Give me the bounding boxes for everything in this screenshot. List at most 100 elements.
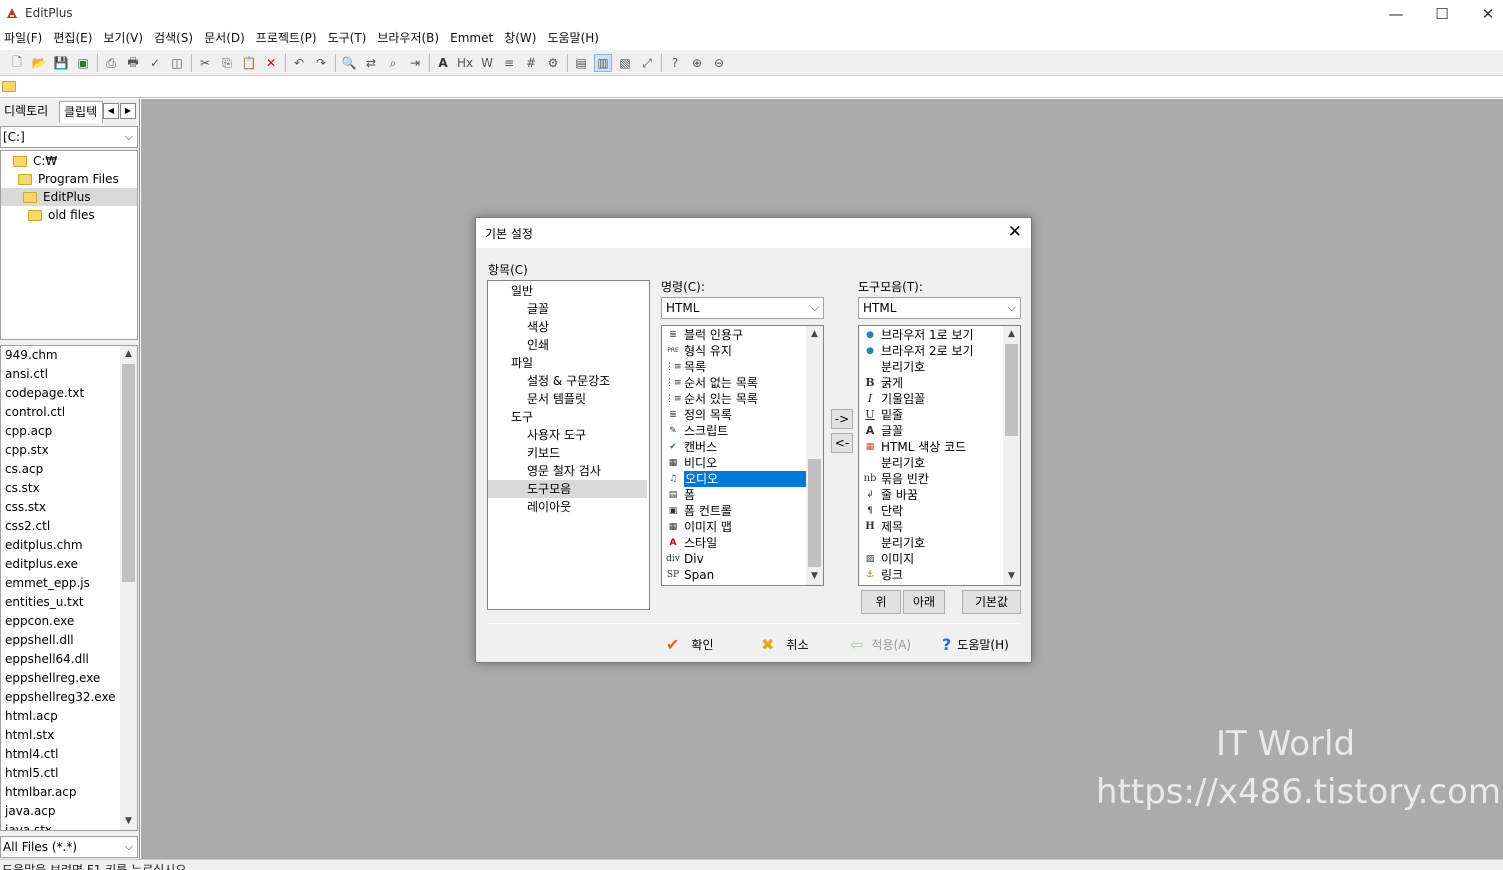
remove-command-button[interactable]: <- [831,433,853,453]
list-item[interactable]: cpp.acp [1,422,137,441]
toolbar-group-select[interactable]: HTML ⌵ [858,297,1021,319]
fullscreen-icon[interactable]: ⤢ [638,54,656,72]
list-item[interactable]: editplus.exe [1,555,137,574]
tab-cliptext[interactable]: 클립텍 [59,101,103,123]
list-item[interactable]: ansi.ctl [1,365,137,384]
list-item[interactable]: css2.ctl [1,517,137,536]
list-item[interactable]: ⋮≡ 순서 있는 목록 [663,391,807,407]
list-item[interactable]: ▤ 폼 [663,487,807,503]
category-item-layout[interactable]: 레이아웃 [488,498,647,516]
list-item[interactable]: htmlbar.acp [1,783,137,802]
list-item[interactable]: ▨ 이미지 [860,551,1004,567]
commands-list-scrollbar[interactable]: ▲ ▼ [806,326,823,585]
file-list-scrollbar[interactable]: ▲ ▼ [120,346,137,830]
tree-item[interactable]: C:₩ [13,152,57,170]
list-item[interactable]: control.ctl [1,403,137,422]
list-item[interactable]: ≣ 블럭 인용구 [663,327,807,343]
list-item[interactable]: A 스타일 [663,535,807,551]
paste-icon[interactable]: 📋 [240,54,258,72]
list-item[interactable]: ¶ 단락 [860,503,1004,519]
list-item[interactable]: 분리기호 [860,359,1004,375]
list-item[interactable]: 949.chm [1,346,137,365]
menu-emmet[interactable]: Emmet [446,28,500,48]
category-item-colors[interactable]: 색상 [488,318,647,336]
list-item[interactable]: ▦ 이미지 맵 [663,519,807,535]
word-wrap-icon[interactable]: W [478,54,496,72]
tree-item[interactable]: Program Files [18,170,119,188]
list-item[interactable]: SP Span [663,567,807,583]
menu-tools[interactable]: 도구(T) [324,28,374,48]
category-item-tools[interactable]: 도구 [488,408,647,426]
tree-item-selected[interactable]: EditPlus [1,188,137,206]
menu-window[interactable]: 창(W) [500,28,543,48]
menu-document[interactable]: 문서(D) [200,28,252,48]
find-in-files-icon[interactable]: ⌕ [384,54,402,72]
cut-icon[interactable]: ✂ [196,54,214,72]
minimize-button[interactable]: — [1373,0,1419,28]
list-item[interactable]: ⋮≡ 순서 없는 목록 [663,375,807,391]
list-item[interactable]: nb 묶음 빈칸 [860,471,1004,487]
menu-file[interactable]: 파일(F) [0,28,49,48]
commands-group-select[interactable]: HTML ⌵ [661,297,824,319]
maximize-button[interactable]: ☐ [1419,0,1465,28]
menu-help[interactable]: 도움말(H) [543,28,606,48]
list-item[interactable]: ⚓ 링크 [860,567,1004,583]
category-item-templates[interactable]: 문서 템플릿 [488,390,647,408]
scroll-thumb[interactable] [1005,344,1018,436]
tab-directory[interactable]: 디렉토리 [0,101,57,123]
settings-gear-icon[interactable]: ⚙ [544,54,562,72]
toolbar-list-scrollbar[interactable]: ▲ ▼ [1003,326,1020,585]
list-item[interactable]: cpp.stx [1,441,137,460]
move-up-button[interactable]: 위 [861,590,901,614]
scroll-up-icon[interactable]: ▲ [1003,326,1020,343]
menu-search[interactable]: 검색(S) [150,28,200,48]
scroll-down-icon[interactable]: ▼ [1003,568,1020,585]
list-item[interactable]: eppcon.exe [1,612,137,631]
list-item[interactable]: PRE 형식 유지 [663,343,807,359]
save-icon[interactable]: 💾 [52,54,70,72]
list-item[interactable]: A 글꼴 [860,423,1004,439]
list-item[interactable]: java.stx [1,821,137,830]
category-item-spell-check[interactable]: 영문 철자 검사 [488,462,647,480]
output-window-icon[interactable]: ▥ [594,54,612,72]
redo-icon[interactable]: ↷ [312,54,330,72]
move-down-button[interactable]: 아래 [903,590,945,614]
tab-scroll-left-icon[interactable]: ◀ [103,103,119,119]
list-item[interactable]: java.acp [1,802,137,821]
cancel-button[interactable]: ✖ 취소 [761,634,809,654]
copy-icon[interactable]: ⎘ [218,54,236,72]
reset-default-button[interactable]: 기본값 [962,590,1021,614]
save-all-icon[interactable]: ▣ [74,54,92,72]
replace-icon[interactable]: ⇄ [362,54,380,72]
list-item[interactable]: editplus.chm [1,536,137,555]
goto-line-icon[interactable]: ⇥ [406,54,424,72]
menu-project[interactable]: 프로젝트(P) [252,28,324,48]
list-item[interactable]: eppshell.dll [1,631,137,650]
list-item[interactable]: 분리기호 [860,455,1004,471]
list-item[interactable]: ✔ 캔버스 [663,439,807,455]
category-item-print[interactable]: 인쇄 [488,336,647,354]
list-item[interactable]: eppshellreg.exe [1,669,137,688]
line-spacing-icon[interactable]: ≡ [500,54,518,72]
list-item[interactable]: ▣ 폼 컨트롤 [663,503,807,519]
list-item[interactable]: U 밑줄 [860,407,1004,423]
folder-icon[interactable] [2,81,16,92]
list-item[interactable]: B 굵게 [860,375,1004,391]
print-preview-icon[interactable]: ⎙ [102,54,120,72]
list-item[interactable]: I 기울임꼴 [860,391,1004,407]
apply-button[interactable]: ⇦ 적용(A) [850,634,911,654]
ok-button[interactable]: ✔ 확인 [666,634,714,654]
list-item[interactable]: html4.ctl [1,745,137,764]
category-item-files[interactable]: 파일 [488,354,647,372]
list-item[interactable]: eppshell64.dll [1,650,137,669]
category-item-syntax[interactable]: 설정 & 구문강조 [488,372,647,390]
list-item[interactable]: cs.stx [1,479,137,498]
file-filter-select[interactable]: All Files (*.*) ⌵ [0,836,138,858]
category-item-toolbar[interactable]: 도구모음 [488,480,647,498]
directory-window-icon[interactable]: ▤ [572,54,590,72]
list-item[interactable]: ● 브라우저 1로 보기 [860,327,1004,343]
zoom-out-icon[interactable]: ⊖ [710,54,728,72]
list-item[interactable]: entities_u.txt [1,593,137,612]
open-folder-icon[interactable]: 📂 [30,54,48,72]
zoom-in-icon[interactable]: ⊕ [688,54,706,72]
